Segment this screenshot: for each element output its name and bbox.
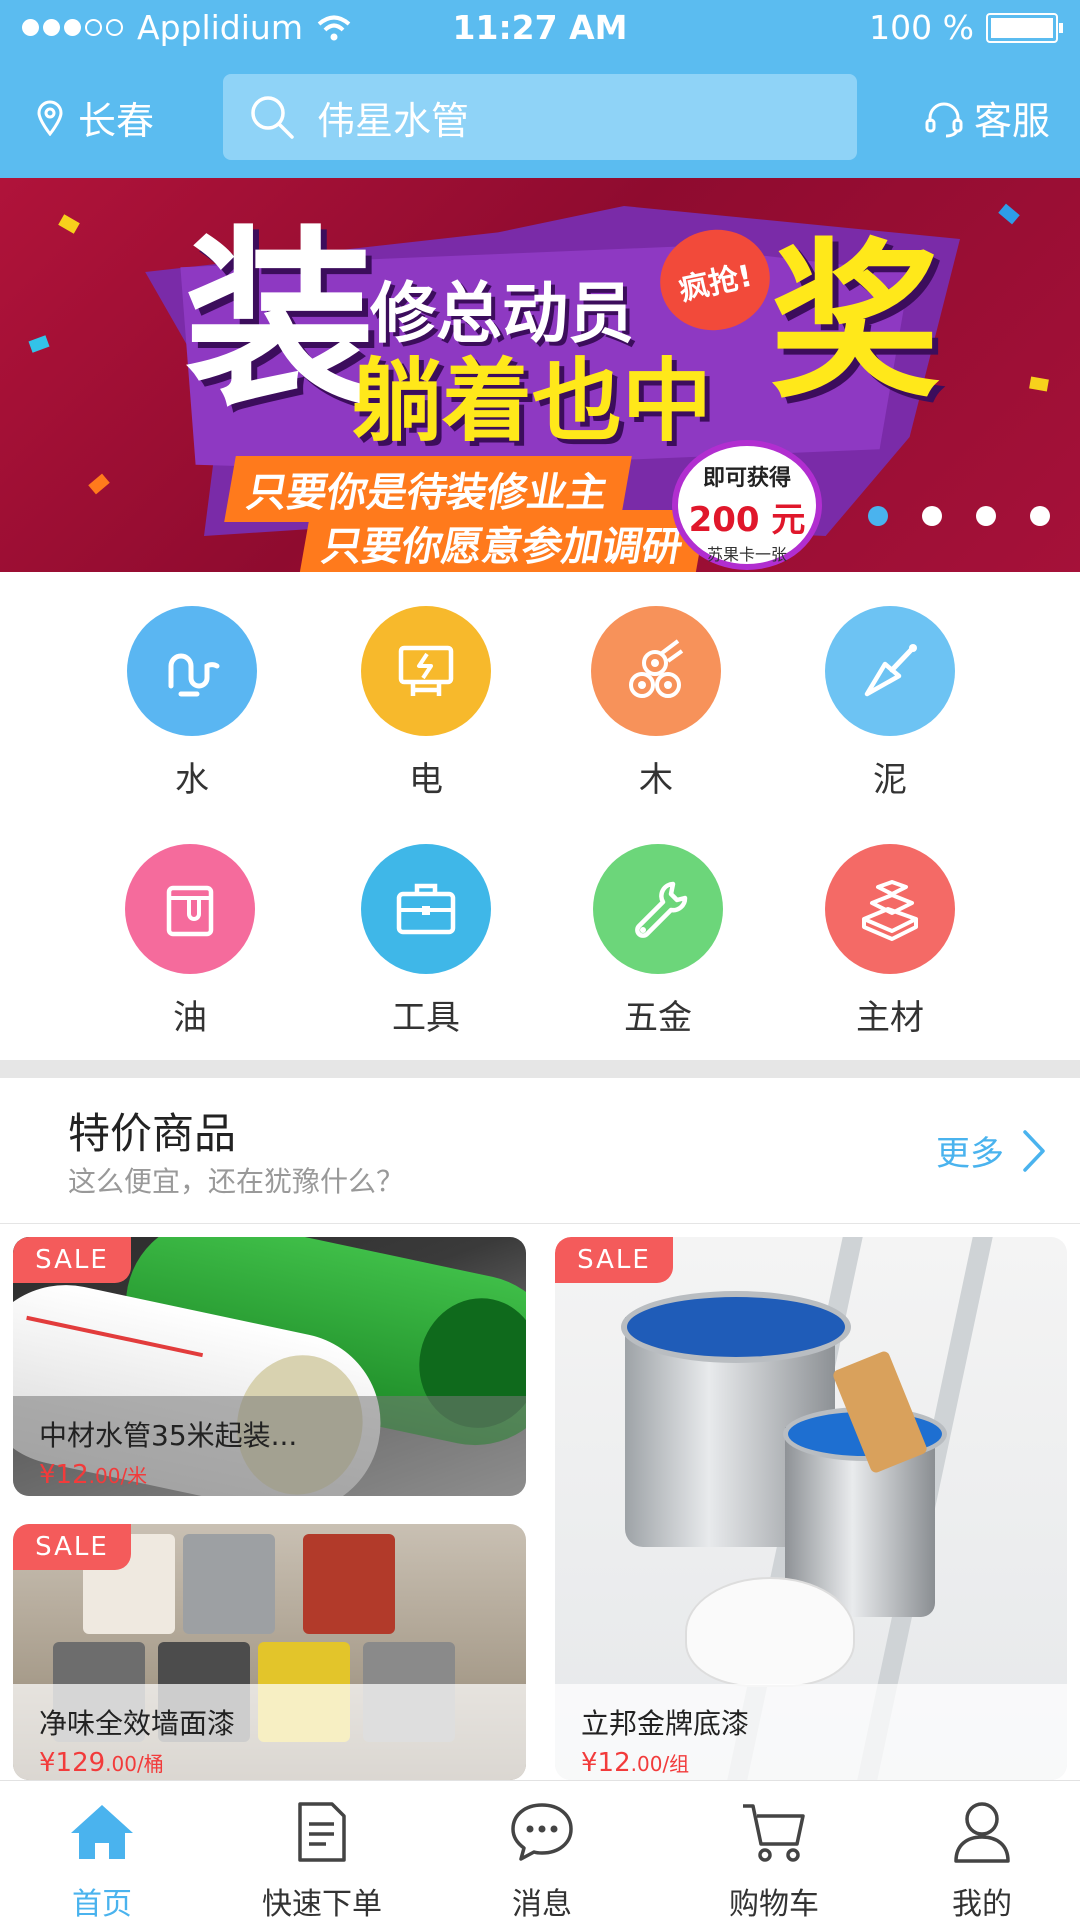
category-wood[interactable]: 木 [566, 606, 746, 801]
banner-slogan2: 只要你愿意参加调研 [299, 510, 707, 572]
tab-label: 首页 [72, 1887, 132, 1922]
search-icon [251, 96, 294, 139]
tab-home[interactable]: 首页 [0, 1795, 210, 1923]
category-circle [591, 606, 721, 736]
water-pipe-icon [168, 653, 220, 697]
banner-prize-badge: 即可获得 200 元 苏果卡一张 [672, 440, 822, 570]
chevron-right-icon [1023, 1129, 1045, 1172]
prize-line2: 200 元 [688, 500, 806, 540]
category-hardware[interactable]: 五金 [568, 844, 748, 1039]
product-info: 立邦金牌底漆 ¥12.00/组 [555, 1684, 1067, 1780]
bottom-tab-bar: 首页 快速下单 消息 购物车 我的 [0, 1780, 1080, 1923]
category-label: 电 [409, 760, 443, 800]
prize-line1: 即可获得 [702, 466, 791, 491]
prize-line3: 苏果卡一张 [706, 545, 787, 564]
specials-title: 特价商品 [68, 1109, 237, 1158]
tab-cart[interactable]: 购物车 [666, 1795, 882, 1923]
search-text: 伟星水管 [317, 98, 470, 143]
page-dot[interactable] [1030, 506, 1050, 526]
tab-profile[interactable]: 我的 [874, 1795, 1080, 1923]
category-label: 水 [175, 760, 209, 800]
location-pin-icon [37, 100, 63, 136]
product-name: 净味全效墙面漆 [39, 1707, 236, 1740]
product-name: 立邦金牌底漆 [581, 1707, 750, 1740]
category-circle [825, 606, 955, 736]
product-name: 中材水管35米起装... [39, 1419, 298, 1452]
specials-subtitle: 这么便宜，还在犹豫什么？ [68, 1165, 405, 1198]
category-circle [825, 844, 955, 974]
battery-icon [986, 12, 1063, 43]
chat-bubble-icon [511, 1803, 573, 1861]
banner-mega-char: 奖 [770, 224, 941, 422]
trowel-icon [864, 644, 917, 697]
category-circle [361, 606, 491, 736]
banner-line2: 躺着也中 [352, 349, 712, 454]
product-price: ¥12.00/组 [581, 1748, 690, 1778]
page-dot[interactable] [976, 506, 996, 526]
category-main-materials[interactable]: 主材 [800, 844, 980, 1039]
user-icon [954, 1802, 1010, 1863]
tab-quick-order[interactable]: 快速下单 [214, 1795, 430, 1923]
sale-badge: SALE [13, 1524, 131, 1570]
status-bar: Applidium 11:27 AM 100 % [0, 0, 1080, 56]
category-paint[interactable]: 油 [100, 844, 280, 1039]
tab-messages[interactable]: 消息 [434, 1795, 650, 1923]
customer-service-button[interactable]: 客服 [924, 90, 1050, 145]
promo-banner[interactable]: 装 修总动员 躺着也中 奖 疯抢! 只要你是待装修业主 只要你愿意参加调研 即可… [0, 178, 1080, 572]
materials-stack-icon [862, 880, 918, 941]
category-tools[interactable]: 工具 [336, 844, 516, 1039]
location-selector[interactable]: 长春 [36, 90, 154, 145]
product-info: 净味全效墙面漆 ¥129.00/桶 [13, 1684, 526, 1780]
electric-panel-icon [398, 645, 454, 696]
category-circle [125, 844, 255, 974]
product-card-wall-paint[interactable]: SALE 净味全效墙面漆 ¥129.00/桶 [13, 1524, 526, 1780]
tab-label: 我的 [952, 1887, 1012, 1922]
category-mortar[interactable]: 泥 [800, 606, 980, 801]
category-label: 五金 [624, 998, 692, 1038]
category-label: 泥 [873, 760, 907, 800]
headset-icon [925, 102, 963, 137]
category-label: 木 [639, 760, 673, 800]
tab-label: 快速下单 [262, 1887, 382, 1922]
category-electric[interactable]: 电 [336, 606, 516, 801]
paint-bucket-icon [166, 885, 214, 937]
cart-icon [743, 1804, 805, 1862]
battery-percent: 100 % [869, 8, 974, 47]
page-dot[interactable] [868, 506, 888, 526]
category-circle [593, 844, 723, 974]
category-grid: 水 电 木 泥 油 工具 五金 主材 [0, 572, 1080, 1060]
search-input[interactable]: 伟星水管 [223, 74, 857, 160]
service-label: 客服 [973, 99, 1050, 143]
toolbox-icon [396, 883, 456, 935]
category-label: 油 [173, 998, 207, 1038]
sale-badge: SALE [13, 1237, 131, 1283]
product-card-primer[interactable]: SALE 立邦金牌底漆 ¥12.00/组 [555, 1237, 1067, 1780]
category-circle [361, 844, 491, 974]
wrench-icon [635, 881, 688, 938]
category-label: 主材 [856, 998, 924, 1038]
wood-logs-icon [629, 639, 684, 698]
category-label: 工具 [392, 998, 460, 1038]
sale-badge: SALE [555, 1237, 673, 1283]
banner-big-char: 装 [185, 210, 376, 431]
document-icon [298, 1802, 346, 1862]
product-price: ¥12.00/米 [39, 1460, 148, 1490]
category-water[interactable]: 水 [102, 606, 282, 801]
specials-header: 特价商品 这么便宜，还在犹豫什么？ 更多 [0, 1078, 1080, 1224]
more-button[interactable]: 更多 [936, 1126, 1046, 1175]
city-label: 长春 [78, 99, 155, 143]
more-label: 更多 [936, 1134, 1004, 1174]
product-price: ¥129.00/桶 [39, 1748, 164, 1778]
app-header: Applidium 11:27 AM 100 % 长春 伟星水管 客服 [0, 0, 1080, 178]
banner-pagination [868, 506, 1050, 526]
tab-label: 购物车 [729, 1887, 819, 1922]
tab-label: 消息 [512, 1887, 572, 1922]
product-info: 中材水管35米起装... ¥12.00/米 [13, 1396, 526, 1496]
status-right: 100 % [869, 8, 1063, 47]
product-card-water-pipe[interactable]: SALE 中材水管35米起装... ¥12.00/米 [13, 1237, 526, 1496]
page-dot[interactable] [922, 506, 942, 526]
category-circle [127, 606, 257, 736]
section-divider [0, 1060, 1080, 1078]
home-icon [71, 1805, 133, 1859]
